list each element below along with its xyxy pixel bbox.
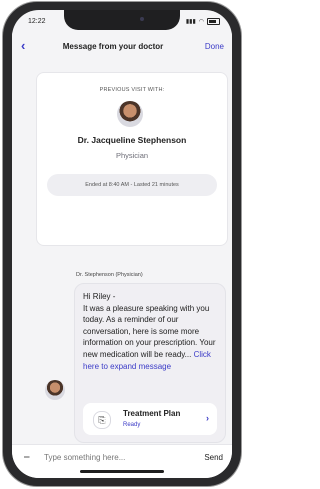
chevron-right-icon[interactable]: › [206, 413, 209, 423]
status-icons: ▮▮▮ ◠ [186, 18, 220, 25]
send-button[interactable]: Send [204, 453, 223, 462]
camera-icon [140, 17, 144, 21]
treatment-plan-status: Ready [123, 422, 141, 428]
phone-frame: 12:22 ▮▮▮ ◠ ‹ Message from your doctor D… [3, 2, 241, 486]
doctor-role: Physician [115, 151, 149, 160]
battery-icon [207, 18, 220, 25]
back-icon[interactable]: ‹ [21, 38, 25, 53]
message-text: Hi Riley - It was a pleasure speaking wi… [83, 291, 223, 372]
nav-bar: ‹ Message from your doctor Done [12, 32, 232, 62]
message-greeting: Hi Riley - [83, 292, 116, 301]
treatment-plan-title: Treatment Plan [123, 409, 181, 418]
done-button[interactable]: Done [205, 42, 224, 51]
previous-visit-card: PREVIOUS VISIT WITH: Dr. Jacqueline Step… [36, 72, 228, 246]
signal-icon: ▮▮▮ [185, 19, 196, 25]
visit-ended-info: Ended at 8:40 AM - Lasted 21 minutes [47, 174, 217, 196]
wifi-icon: ◠ [198, 19, 204, 25]
message-sender: Dr. Stephenson (Physician) [76, 272, 143, 278]
app-screen: 12:22 ▮▮▮ ◠ ‹ Message from your doctor D… [12, 10, 232, 478]
notch [64, 10, 180, 30]
message-bubble: Hi Riley - It was a pleasure speaking wi… [74, 283, 226, 443]
doctor-avatar [117, 101, 143, 127]
home-indicator [80, 470, 164, 473]
message-input[interactable] [44, 453, 194, 462]
sender-avatar [45, 380, 65, 400]
treatment-plan-card[interactable]: ⎘ Treatment Plan Ready › [83, 403, 217, 435]
visit-label: PREVIOUS VISIT WITH: [99, 87, 165, 93]
paperclip-icon[interactable]: ⎯ [24, 451, 30, 464]
doctor-name: Dr. Jacqueline Stephenson [77, 135, 187, 145]
status-time: 12:22 [28, 18, 46, 25]
treatment-plan-icon: ⎘ [93, 411, 111, 429]
page-title: Message from your doctor [62, 42, 164, 51]
